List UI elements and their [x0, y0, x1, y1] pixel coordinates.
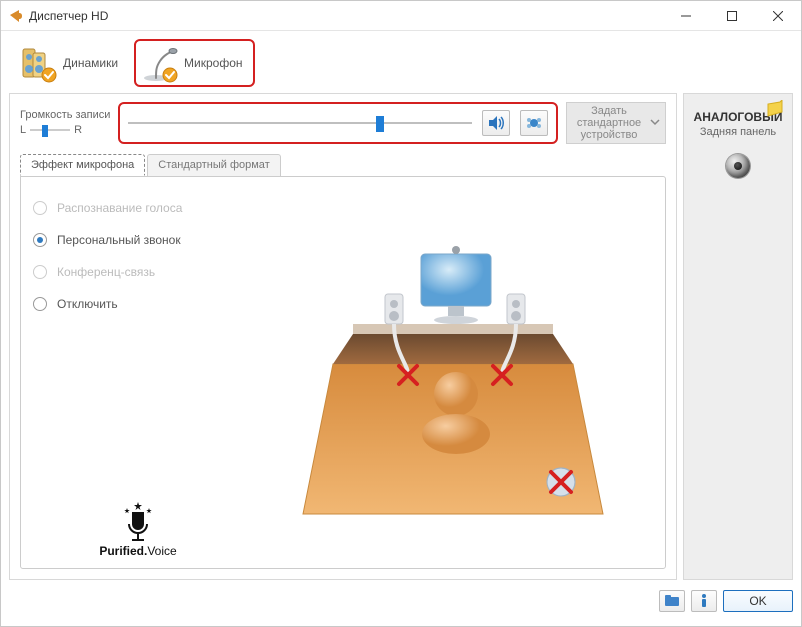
tab-microphone[interactable]: Микрофон	[134, 39, 254, 87]
inner-tabs: Эффект микрофона Стандартный формат	[20, 154, 666, 176]
left-panel: Громкость записи L R	[9, 93, 677, 580]
window-maximize-button[interactable]	[709, 1, 755, 31]
window-minimize-button[interactable]	[663, 1, 709, 31]
volume-label: Громкость записи	[20, 109, 110, 121]
radio-disable[interactable]: Отключить	[33, 297, 243, 311]
connector-subtitle: Задняя панель	[700, 126, 776, 138]
main-row: Громкость записи L R	[9, 93, 793, 580]
bottom-bar: OK	[9, 584, 793, 618]
tab-mic-effect[interactable]: Эффект микрофона	[20, 154, 145, 176]
rear-jack-port[interactable]	[726, 154, 750, 178]
volume-box-highlight	[118, 102, 558, 144]
set-default-device-button[interactable]: Задать стандартное устройство	[566, 102, 666, 144]
balance-slider[interactable]	[30, 123, 70, 137]
window-title: Диспетчер HD	[29, 9, 108, 23]
playback-test-button[interactable]	[482, 110, 510, 136]
info-button[interactable]	[691, 590, 717, 612]
note-icon	[766, 100, 784, 118]
ok-button[interactable]: OK	[723, 590, 793, 612]
device-tabs: Динамики Микрофон	[15, 39, 793, 87]
left-speaker-icon	[385, 294, 403, 324]
balance-right-label: R	[74, 124, 82, 136]
radio-voice-recognition[interactable]: Распознавание голоса	[33, 201, 243, 215]
tab-speakers-label: Динамики	[63, 56, 118, 70]
mic-visualization	[253, 189, 653, 558]
app-icon	[7, 8, 23, 24]
purified-voice-logo: Purified.Voice	[33, 502, 243, 558]
titlebar: Диспетчер HD	[1, 1, 801, 31]
tab-microphone-label: Микрофон	[184, 56, 242, 70]
folder-button[interactable]	[659, 590, 685, 612]
check-icon	[41, 67, 57, 83]
radio-personal-call[interactable]: Персональный звонок	[33, 233, 243, 247]
window: Диспетчер HD Динамики	[0, 0, 802, 627]
tab-speakers[interactable]: Динамики	[15, 39, 128, 87]
volume-row: Громкость записи L R	[20, 102, 666, 144]
tab-default-format[interactable]: Стандартный формат	[147, 154, 280, 176]
record-volume-slider[interactable]	[128, 114, 472, 132]
effect-panel: Распознавание голоса Персональный звонок…	[20, 176, 666, 569]
radio-conference[interactable]: Конференц-связь	[33, 265, 243, 279]
effect-options: Распознавание голоса Персональный звонок…	[33, 189, 243, 558]
window-close-button[interactable]	[755, 1, 801, 31]
noise-suppression-button[interactable]	[520, 110, 548, 136]
speakers-icon	[17, 43, 57, 83]
right-speaker-icon	[507, 294, 525, 324]
window-body: Динамики Микрофон Гро	[1, 31, 801, 626]
connector-panel: АНАЛОГОВЫЙ Задняя панель	[683, 93, 793, 580]
chevron-down-icon	[649, 116, 661, 131]
check-icon	[162, 67, 178, 83]
microphone-icon	[138, 43, 178, 83]
balance-left-label: L	[20, 124, 26, 136]
set-default-label: Задать стандартное устройство	[571, 105, 647, 141]
